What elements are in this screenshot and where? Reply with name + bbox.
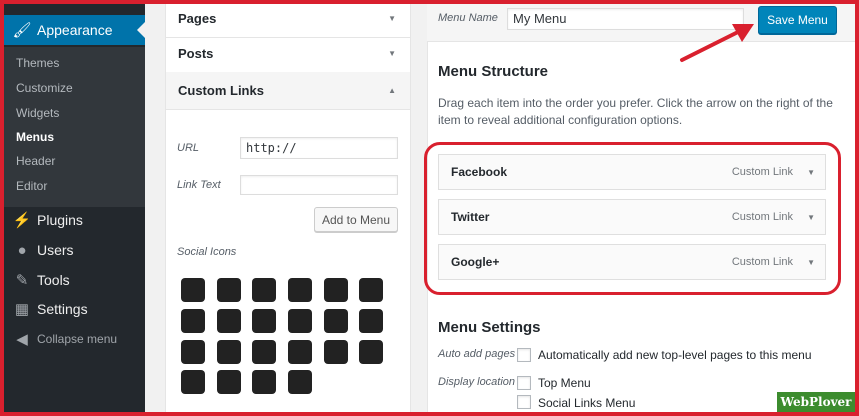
youtube-icon [288, 370, 312, 394]
linkedin-icon [288, 309, 312, 333]
collapse-menu-button[interactable]: ◀ Collapse menu [0, 324, 145, 354]
watermark-label: WebPlover [777, 392, 855, 412]
settings-icon: ▦ [14, 301, 30, 318]
submenu-header[interactable]: Header [16, 154, 55, 168]
github-icon [181, 309, 205, 333]
caret-down-icon: ▼ [388, 14, 396, 23]
stackoverflow-icon [252, 340, 276, 364]
dropbox-icon [252, 278, 276, 302]
facebook-icon [288, 278, 312, 302]
url-input[interactable]: http:// [240, 137, 398, 159]
twitter-icon [359, 340, 383, 364]
paintbrush-icon: 🖌 [12, 22, 32, 39]
submenu-themes[interactable]: Themes [16, 56, 59, 70]
auto-add-label: Auto add pages [438, 348, 516, 360]
menu-settings[interactable]: ▦ Settings [0, 294, 145, 324]
weibo-icon [217, 370, 241, 394]
submenu-menus[interactable]: Menus [16, 130, 54, 144]
menu-tools[interactable]: ✎ Tools [0, 265, 145, 295]
url-label: URL [177, 142, 200, 154]
plugin-icon: ⚡ [12, 212, 32, 229]
dribbble-icon [217, 278, 241, 302]
wrench-icon: ✎ [15, 272, 29, 289]
foursquare-icon [181, 278, 205, 302]
menu-structure-description: Drag each item into the order you prefer… [438, 96, 833, 127]
submenu-widgets[interactable]: Widgets [16, 106, 59, 120]
instagram-icon [252, 309, 276, 333]
menu-name-label: Menu Name [438, 12, 498, 24]
pinterest-icon [359, 309, 383, 333]
highlight-menu-items-outline [424, 142, 841, 295]
accordion-posts[interactable]: Posts ▼ [166, 35, 410, 73]
menu-plugins[interactable]: ⚡ Plugins [0, 205, 145, 235]
annotation-arrow [680, 24, 754, 62]
accordion-custom-links[interactable]: Custom Links ▲ [166, 72, 410, 110]
trello-icon [288, 340, 312, 364]
link-text-input[interactable] [240, 175, 398, 195]
menu-structure-title: Menu Structure [438, 63, 549, 80]
submenu-editor[interactable]: Editor [16, 179, 47, 193]
submenu-customize[interactable]: Customize [16, 81, 73, 95]
caret-down-icon: ▼ [388, 49, 396, 58]
heart-icon [217, 309, 241, 333]
social-links-menu-label: Social Links Menu [538, 396, 636, 410]
social-icons-label: Social Icons [177, 246, 237, 258]
top-menu-checkbox[interactable] [517, 376, 531, 390]
display-location-label: Display location [438, 376, 516, 388]
tripadvisor-icon [217, 340, 241, 364]
menu-settings-title: Menu Settings [438, 319, 541, 336]
users-icon: ● [17, 241, 27, 259]
menu-appearance[interactable]: 🖌 Appearance [0, 15, 145, 45]
auto-add-text: Automatically add new top-level pages to… [538, 348, 812, 362]
menu-users[interactable]: ● Users [0, 235, 145, 265]
top-menu-label: Top Menu [538, 376, 591, 390]
admin-sidebar: 🖌 Appearance Themes Customize Widgets Me… [0, 0, 145, 416]
accordion-pages[interactable]: Pages ▼ [166, 0, 410, 38]
mail-icon [324, 309, 348, 333]
pocket-icon [359, 278, 383, 302]
tumblr-icon [324, 340, 348, 364]
flickr-icon [324, 278, 348, 302]
save-menu-button[interactable]: Save Menu [758, 6, 837, 34]
add-to-menu-button[interactable]: Add to Menu [314, 207, 398, 232]
auto-add-checkbox[interactable] [517, 348, 531, 362]
vk-icon [181, 370, 205, 394]
social-links-menu-checkbox[interactable] [517, 395, 531, 409]
collapse-icon: ◀ [16, 331, 28, 348]
link-text-label: Link Text [177, 179, 221, 191]
caret-up-icon: ▲ [388, 86, 396, 95]
googleplus-icon [181, 340, 205, 364]
xing-icon [252, 370, 276, 394]
